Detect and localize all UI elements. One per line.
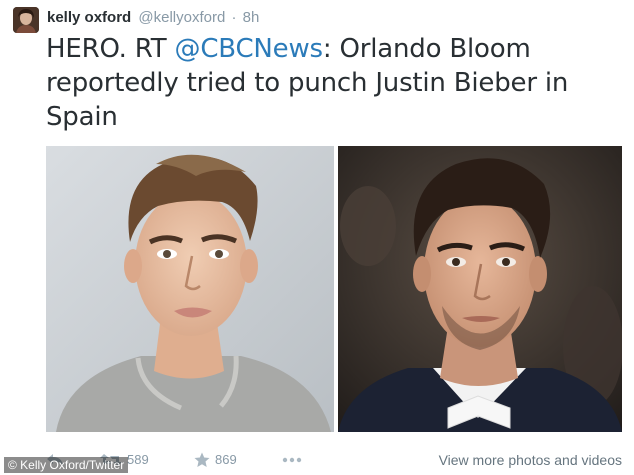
more-button[interactable] <box>282 449 302 471</box>
tweet-timestamp[interactable]: 8h <box>243 9 260 26</box>
tweet-text-prefix: HERO. RT <box>46 34 175 64</box>
photo-credit: © Kelly Oxford/Twitter <box>4 457 129 473</box>
author-handle[interactable]: @kellyoxford <box>138 9 225 26</box>
separator-dot: · <box>231 9 237 26</box>
favorite-count: 869 <box>215 452 237 467</box>
more-dots-icon <box>282 457 302 463</box>
retweet-count: 589 <box>127 452 149 467</box>
favorite-button[interactable]: 869 <box>194 449 237 471</box>
tweet-photo-right[interactable] <box>338 146 622 432</box>
tweet-photo-left[interactable] <box>46 146 334 432</box>
view-more-link[interactable]: View more photos and videos <box>439 449 622 471</box>
avatar[interactable] <box>13 7 39 33</box>
tweet-header: kelly oxford @kellyoxford · 8h <box>47 8 259 28</box>
author-name[interactable]: kelly oxford <box>47 9 131 26</box>
star-icon <box>194 452 210 467</box>
tweet-text: HERO. RT @CBCNews: Orlando Bloom reporte… <box>46 32 621 134</box>
tweet-actions: 589 869 View more photos and videos <box>46 449 622 471</box>
mention-link[interactable]: @CBCNews <box>175 34 324 64</box>
